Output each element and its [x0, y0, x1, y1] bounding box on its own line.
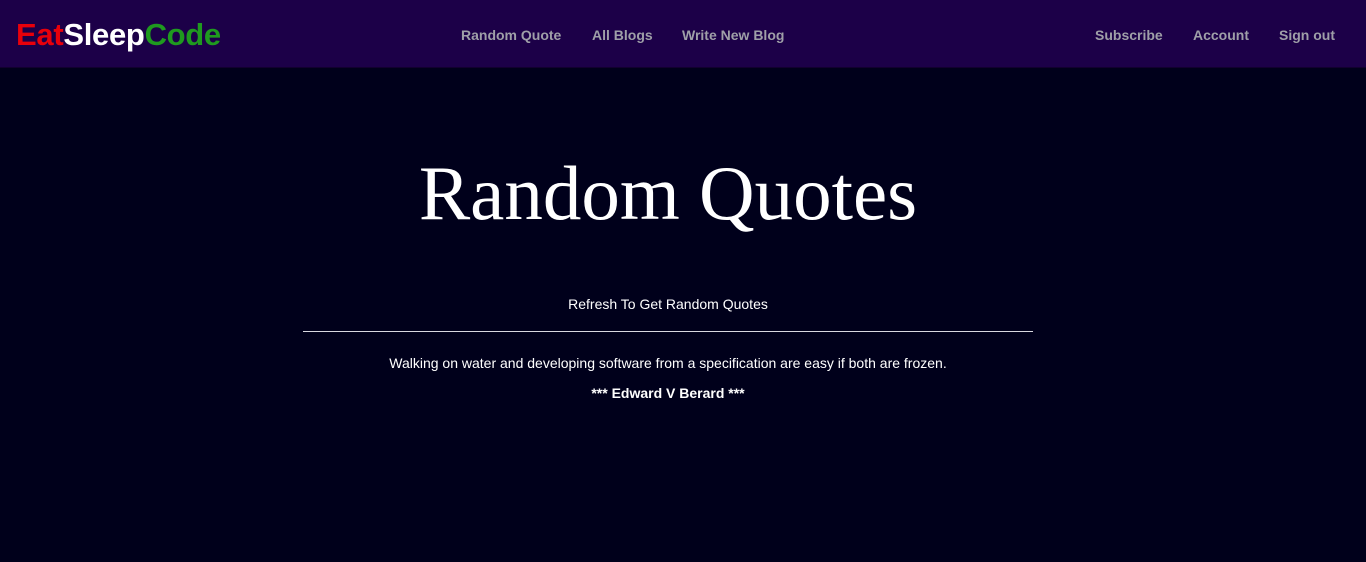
brand-sleep: Sleep: [63, 17, 145, 52]
brand-code: Code: [144, 17, 222, 52]
brand-eat: Eat: [16, 17, 64, 52]
nav-link-sign-out[interactable]: Sign out: [1279, 26, 1335, 44]
nav-link-subscribe[interactable]: Subscribe: [1095, 26, 1163, 44]
page-title: Random Quotes: [418, 150, 918, 236]
page-subtitle: Refresh To Get Random Quotes: [568, 296, 768, 312]
nav-link-account[interactable]: Account: [1193, 26, 1249, 44]
nav-link-all-blogs[interactable]: All Blogs: [592, 26, 653, 44]
nav-link-random-quote[interactable]: Random Quote: [461, 26, 561, 44]
nav-link-write-new-blog[interactable]: Write New Blog: [682, 26, 784, 44]
quote-text: Walking on water and developing software…: [389, 355, 947, 371]
brand-logo[interactable]: EatSleepCode: [16, 16, 221, 54]
quote-author: *** Edward V Berard ***: [591, 385, 745, 401]
top-navbar: EatSleepCode Random Quote All Blogs Writ…: [0, 0, 1366, 68]
divider: [303, 331, 1033, 332]
